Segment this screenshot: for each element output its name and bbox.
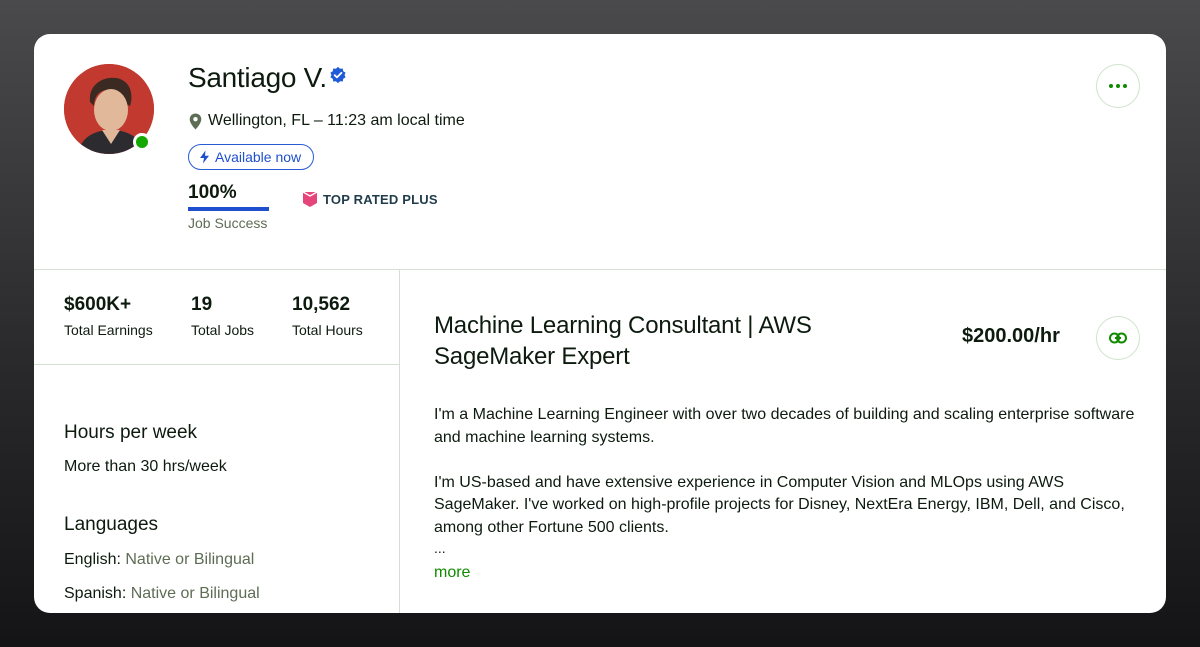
profile-headline: Machine Learning Consultant | AWS SageMa… (434, 312, 812, 370)
availability-badge[interactable]: Available now (188, 144, 315, 170)
name-row: Santiago V. (188, 62, 347, 94)
hourly-rate: $200.00/hr (962, 325, 1060, 347)
stat-label: Total Hours (292, 322, 363, 338)
stats-row: $600K+ Total Earnings 19 Total Jobs 10,5… (34, 270, 399, 365)
location-row: Wellington, FL – 11:23 am local time (189, 112, 465, 130)
stat-label: Total Earnings (64, 322, 153, 338)
language-level: Native or Bilingual (130, 585, 260, 602)
language-item: Spanish: Native or Bilingual (64, 585, 260, 603)
more-options-button[interactable] (1096, 64, 1140, 108)
bio-more-link[interactable]: more (434, 564, 470, 582)
profile-name: Santiago V. (188, 62, 327, 93)
badge-label: TOP RATED PLUS (323, 192, 438, 207)
top-rated-plus-icon (302, 191, 318, 207)
bio-paragraph: I'm US-based and have extensive experien… (434, 473, 1125, 536)
stat-label: Total Jobs (191, 322, 255, 338)
job-success-label: Job Success (188, 215, 268, 231)
stat-value: $600K+ (64, 294, 132, 315)
bio-paragraph: I'm a Machine Learning Engineer with ove… (434, 406, 1135, 446)
hours-per-week-title: Hours per week (64, 422, 198, 443)
stat-value: 19 (191, 294, 213, 315)
language-name: Spanish: (64, 585, 127, 602)
languages-title: Languages (64, 514, 159, 535)
more-dots-icon (1109, 84, 1127, 88)
job-success-value: 100% (188, 182, 237, 203)
language-level: Native or Bilingual (125, 551, 255, 568)
hours-per-week-value: More than 30 hrs/week (64, 458, 227, 475)
availability-label: Available now (215, 149, 302, 165)
map-pin-icon (189, 113, 202, 129)
link-icon (1109, 332, 1127, 344)
stat-total-jobs: 19 Total Jobs (191, 294, 254, 338)
job-success-bar (188, 207, 269, 211)
verified-check-icon (330, 66, 346, 84)
profile-header: Santiago V. Wellington, FL – 11:23 am lo… (34, 34, 1166, 270)
language-item: English: Native or Bilingual (64, 551, 254, 569)
stat-total-hours: 10,562 Total Hours (292, 294, 363, 338)
profile-bio: I'm a Machine Learning Engineer with ove… (434, 404, 1144, 562)
lightning-icon (200, 150, 209, 164)
language-name: English: (64, 551, 121, 568)
profile-card: Santiago V. Wellington, FL – 11:23 am lo… (34, 34, 1166, 613)
top-rated-plus-badge: TOP RATED PLUS (302, 191, 438, 208)
job-success-score: 100% Job Success (188, 182, 269, 231)
location-text: Wellington, FL – 11:23 am local time (208, 112, 465, 129)
copy-link-button[interactable] (1096, 316, 1140, 360)
bio-ellipsis: ... (434, 540, 446, 556)
stat-total-earnings: $600K+ Total Earnings (64, 294, 153, 338)
stat-value: 10,562 (292, 294, 351, 315)
online-status-indicator (133, 133, 151, 151)
